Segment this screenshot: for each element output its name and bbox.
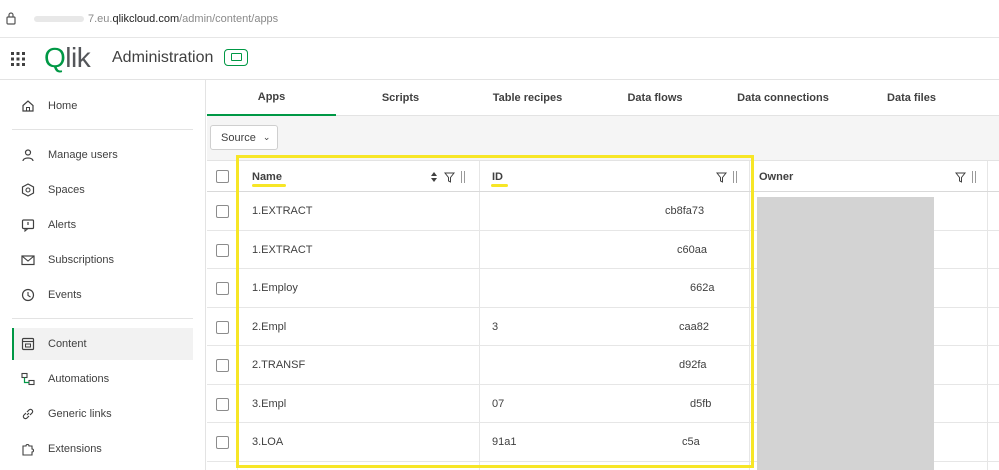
sidebar-nav: Home Manage users Spaces Alerts Subscrip… — [0, 80, 206, 470]
column-header-name[interactable]: Name — [252, 161, 282, 192]
highlight-underline — [491, 184, 508, 187]
app-id-suffix: caa82 — [679, 320, 709, 333]
app-id-suffix: c5a — [682, 436, 700, 448]
row-checkbox[interactable] — [216, 205, 229, 218]
column-resize-handle[interactable] — [461, 171, 465, 183]
url-text[interactable]: 7.eu.qlikcloud.com/admin/content/apps — [88, 13, 278, 25]
puzzle-icon — [20, 441, 36, 457]
sidebar-item-spaces[interactable]: Spaces — [12, 174, 193, 206]
app-id-prefix: 3 — [492, 320, 499, 333]
clock-icon — [20, 287, 36, 303]
app-name-cell[interactable]: 2.TRANSF — [252, 346, 305, 384]
chevron-down-icon: ⌄ — [262, 132, 271, 142]
redacted-url-part — [34, 16, 84, 22]
user-icon — [20, 147, 36, 163]
highlight-underline — [252, 184, 286, 187]
content-icon — [20, 336, 36, 352]
app-name-cell[interactable]: 1.EXTRACT — [252, 192, 313, 230]
sidebar-item-generic-links[interactable]: Generic links — [12, 398, 193, 430]
sidebar-divider — [12, 129, 193, 130]
app-launcher-icon[interactable] — [11, 52, 25, 66]
tab-data-connections[interactable]: Data connections — [720, 80, 846, 116]
source-filter-button[interactable]: Source ⌄ — [210, 125, 278, 150]
monitor-badge-icon — [224, 49, 248, 66]
owner-redaction — [757, 197, 934, 470]
app-name-cell[interactable]: 1.Employ — [252, 269, 298, 307]
row-checkbox[interactable] — [216, 243, 229, 257]
tab-table-recipes[interactable]: Table recipes — [465, 80, 590, 116]
content-tabs: Apps Scripts Table recipes Data flows Da… — [207, 80, 999, 116]
tab-scripts[interactable]: Scripts — [336, 80, 465, 116]
app-id-prefix: 07 — [492, 397, 505, 410]
page-title: Administration — [112, 49, 214, 66]
sidebar-item-alerts[interactable]: Alerts — [12, 209, 193, 241]
filter-icon[interactable] — [955, 172, 966, 183]
row-checkbox[interactable] — [216, 436, 229, 449]
sidebar-item-content[interactable]: Content — [12, 328, 193, 360]
select-all-checkbox[interactable] — [216, 170, 229, 183]
alert-icon — [20, 217, 36, 233]
sort-icon[interactable] — [430, 171, 438, 183]
app-id-suffix: d5fb — [690, 397, 712, 410]
app-name-cell[interactable]: 1.EXTRACT — [252, 231, 313, 269]
column-header-owner[interactable]: Owner — [759, 161, 793, 192]
table-header: Name ID Owner — [207, 160, 999, 192]
app-header: Qlik Administration — [0, 38, 999, 80]
tab-apps[interactable]: Apps — [207, 80, 336, 116]
sidebar-divider — [12, 318, 193, 319]
app-id-suffix: c60aa — [677, 243, 707, 256]
app-name-cell[interactable]: 2.Empl — [252, 308, 286, 346]
filter-icon[interactable] — [444, 172, 455, 183]
column-resize-handle[interactable] — [733, 171, 737, 183]
app-id-prefix: 91a1 — [492, 436, 517, 448]
sidebar-item-extensions[interactable]: Extensions — [12, 433, 193, 465]
automation-icon — [20, 371, 36, 387]
tab-data-flows[interactable]: Data flows — [590, 80, 720, 116]
sidebar-item-subscriptions[interactable]: Subscriptions — [12, 244, 193, 276]
column-header-id[interactable]: ID — [492, 161, 503, 192]
row-checkbox[interactable] — [216, 320, 229, 334]
row-checkbox[interactable] — [216, 397, 229, 411]
sidebar-item-events[interactable]: Events — [12, 279, 193, 311]
sidebar-item-manage-users[interactable]: Manage users — [12, 139, 193, 171]
filter-icon[interactable] — [716, 172, 727, 183]
row-checkbox[interactable] — [216, 282, 229, 295]
app-id-suffix: 662a — [690, 282, 715, 294]
lock-icon — [6, 12, 16, 25]
sidebar-item-home[interactable]: Home — [12, 90, 193, 122]
app-id-suffix: cb8fa73 — [665, 205, 705, 217]
spaces-icon — [20, 182, 36, 198]
row-checkbox[interactable] — [216, 359, 229, 372]
apps-table: Name ID Owner 1.EXTRACT cb8fa73 1.EXTRAC… — [207, 160, 999, 470]
qlik-logo[interactable]: Qlik — [44, 42, 91, 73]
filter-bar: Source ⌄ — [207, 116, 999, 160]
link-icon — [20, 406, 36, 422]
app-id-suffix: d92fa — [679, 359, 707, 371]
column-resize-handle[interactable] — [972, 171, 976, 183]
home-icon — [20, 98, 36, 114]
sidebar-item-automations[interactable]: Automations — [12, 363, 193, 395]
app-name-cell[interactable]: 3.Empl — [252, 385, 286, 423]
mail-icon — [20, 252, 36, 268]
tab-data-files[interactable]: Data files — [846, 80, 977, 116]
app-name-cell[interactable]: 3.LOA — [252, 423, 283, 461]
browser-address-bar[interactable]: 7.eu.qlikcloud.com/admin/content/apps — [0, 0, 999, 38]
